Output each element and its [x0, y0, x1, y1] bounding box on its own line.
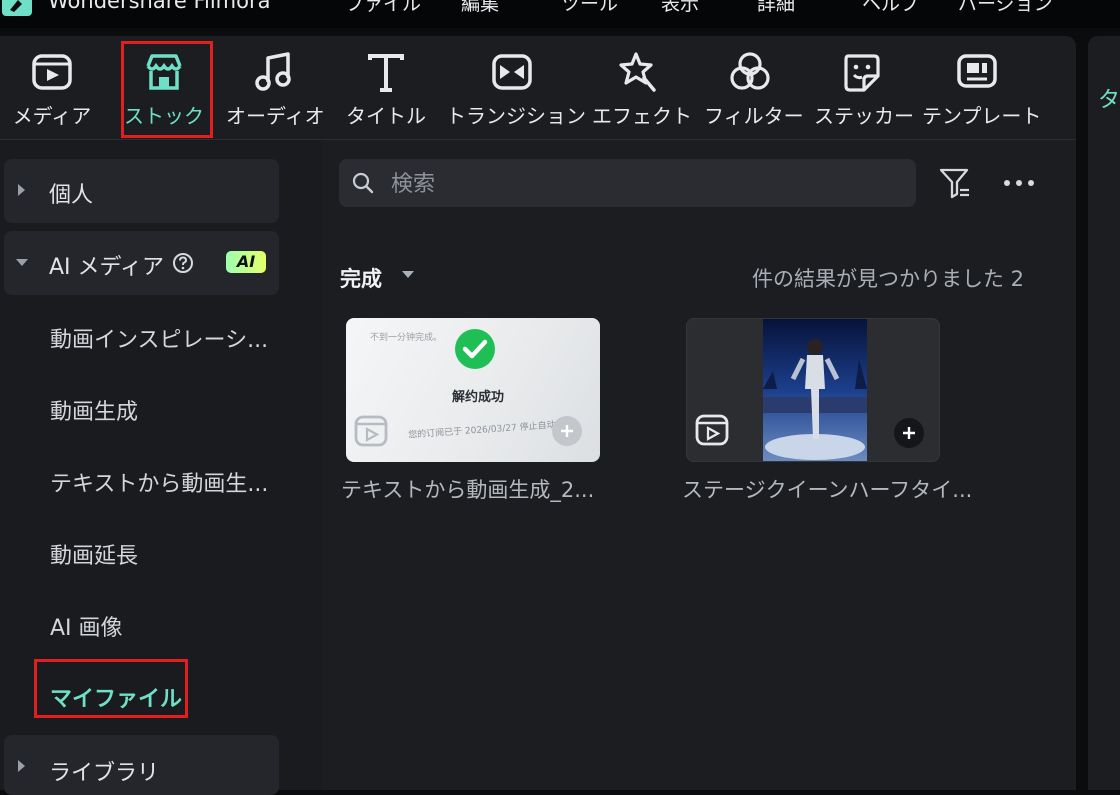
sidebar-section-personal[interactable]: 個人 [4, 159, 279, 223]
tab-audio[interactable]: オーディオ [226, 36, 325, 139]
media-card-1[interactable]: 不到一分钟完成。 解约成功 您的订阅已于 2026/03/27 停止自动续费 [346, 318, 600, 462]
tab-audio-label: オーディオ [226, 104, 325, 128]
effects-star-icon [619, 52, 656, 92]
video-clip-icon [354, 415, 388, 447]
menu-tools[interactable]: ツール [561, 0, 618, 16]
checkmark-circle-icon [455, 329, 495, 369]
menu-edit[interactable]: 編集 [461, 0, 499, 16]
tab-titles-label: タイトル [346, 104, 426, 128]
menu-view[interactable]: 表示 [661, 0, 699, 16]
sidebar-section-ai-media-label: AI メディア [49, 255, 164, 280]
filter-funnel-icon[interactable] [938, 166, 972, 200]
tab-templates[interactable]: テンプレート [922, 36, 1042, 139]
result-count: 件の結果が見つかりました 2 [752, 267, 1025, 291]
tab-transitions[interactable]: トランジション [446, 36, 586, 139]
tab-stickers[interactable]: ステッカー [814, 36, 914, 139]
menu-bar: Wondershare Filmora ファイル 編集 ツール 表示 詳細 ヘル… [0, 0, 1120, 28]
tab-stickers-label: ステッカー [814, 104, 914, 128]
right-panel: タ [1088, 36, 1120, 790]
sidebar-item-video-generation[interactable]: 動画生成 [50, 394, 138, 426]
app-title: Wondershare Filmora [48, 0, 271, 13]
sort-dropdown-label[interactable]: 完成 [340, 263, 382, 293]
sidebar-section-ai-media[interactable]: AI メディア AI [4, 231, 279, 295]
sticker-icon [844, 54, 880, 92]
stock-store-icon [146, 54, 182, 90]
help-icon[interactable] [172, 252, 194, 274]
tab-filters[interactable]: フィルター [704, 36, 804, 139]
transition-icon [492, 54, 532, 90]
plus-icon [561, 425, 573, 437]
search-icon [352, 172, 374, 194]
sidebar-section-library[interactable]: ライブラリ [4, 735, 279, 795]
ai-badge: AI [226, 251, 266, 273]
thumb-top-text: 不到一分钟完成。 [370, 333, 443, 343]
add-to-timeline-button[interactable] [894, 418, 924, 448]
music-note-icon [255, 52, 291, 91]
media-card-2-title: ステージクイーンハーフタイ... [682, 478, 973, 502]
menu-version[interactable]: バージョン [958, 0, 1053, 16]
tab-media[interactable]: メディア [6, 36, 98, 139]
tab-effects-label: エフェクト [592, 104, 692, 128]
right-panel-partial-label: タ [1098, 88, 1120, 113]
thumb-subtext: 您的订阅已于 2026/03/27 停止自动续费 [407, 419, 574, 441]
template-icon [957, 54, 997, 88]
menu-file[interactable]: ファイル [345, 0, 421, 16]
menu-advanced[interactable]: 詳細 [757, 0, 795, 16]
add-to-timeline-button[interactable] [552, 416, 582, 446]
filmora-logo-icon [2, 0, 32, 16]
search-box[interactable] [339, 159, 916, 207]
caret-right-icon [18, 760, 25, 772]
more-options-icon[interactable] [1000, 168, 1038, 198]
filter-circles-icon [730, 52, 770, 90]
tab-media-label: メディア [12, 104, 92, 128]
sidebar-section-library-label: ライブラリ [49, 761, 160, 786]
sidebar-item-ai-image[interactable]: AI 画像 [50, 610, 123, 642]
sidebar-section-personal-label: 個人 [49, 183, 94, 208]
stage-performer-thumbnail [763, 319, 867, 461]
caret-down-icon [16, 259, 28, 266]
tab-stock[interactable]: ストック [120, 36, 208, 139]
thumb-heading: 解约成功 [452, 390, 505, 405]
sidebar-item-text-to-video[interactable]: テキストから動画生... [50, 466, 268, 498]
search-input[interactable] [389, 167, 893, 201]
media-icon [32, 54, 72, 90]
title-t-icon [368, 54, 404, 92]
caret-right-icon [18, 184, 25, 196]
sort-chevron-down-icon[interactable] [402, 271, 414, 278]
sidebar-item-my-files[interactable]: マイファイル [50, 681, 182, 713]
tab-stock-label: ストック [124, 104, 204, 128]
media-card-2[interactable] [686, 318, 940, 462]
video-clip-icon [695, 414, 729, 446]
tab-titles[interactable]: タイトル [340, 36, 432, 139]
tab-templates-label: テンプレート [922, 104, 1042, 128]
tab-transitions-label: トランジション [446, 104, 586, 128]
tab-filters-label: フィルター [704, 104, 804, 128]
tab-effects[interactable]: エフェクト [592, 36, 692, 139]
menu-help[interactable]: ヘルプ [862, 0, 919, 16]
sidebar-item-video-inspiration[interactable]: 動画インスピレーシ... [50, 322, 268, 354]
sidebar-item-video-extension[interactable]: 動画延長 [50, 538, 138, 570]
plus-icon [903, 427, 915, 439]
media-card-1-title: テキストから動画生成_2... [341, 478, 595, 502]
